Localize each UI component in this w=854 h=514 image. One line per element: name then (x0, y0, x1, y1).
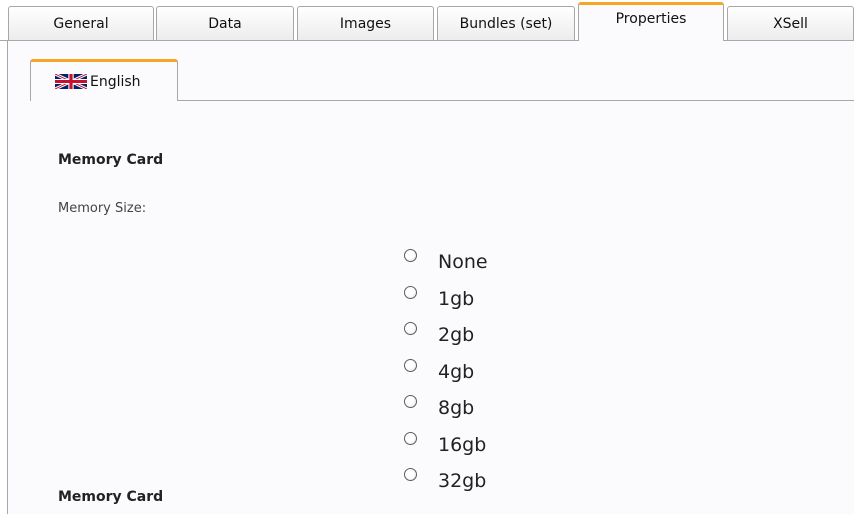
tab-xsell[interactable]: XSell (727, 6, 854, 40)
radio-button[interactable] (404, 431, 417, 445)
radio-button[interactable] (404, 249, 417, 262)
radio-option-label: 2gb (438, 324, 475, 346)
tab-data[interactable]: Data (156, 6, 294, 40)
radio-option-none[interactable]: None (404, 243, 488, 280)
radio-option-32gb[interactable]: 32gb (404, 462, 488, 499)
section-title-second: Memory Card (58, 489, 164, 505)
radio-option-label: None (438, 251, 488, 273)
language-label: English (90, 73, 141, 90)
section-title: Memory Card (58, 152, 164, 168)
radio-button[interactable] (404, 395, 417, 408)
tab-bundles-set[interactable]: Bundles (set) (437, 6, 575, 40)
properties-panel: English Memory Card Memory Size: None 1g… (8, 41, 854, 514)
memory-size-radio-group: None 1gb 2gb 4gb 8gb 16gb 32gb (404, 243, 488, 499)
radio-button[interactable] (404, 322, 417, 335)
radio-option-4gb[interactable]: 4gb (404, 353, 488, 390)
radio-option-label: 8gb (438, 397, 475, 419)
radio-option-2gb[interactable]: 2gb (404, 316, 488, 353)
radio-option-label: 16gb (438, 433, 487, 456)
memory-size-label: Memory Size: (58, 201, 147, 216)
radio-option-label: 32gb (438, 470, 487, 492)
tab-images[interactable]: Images (297, 6, 434, 40)
tab-properties[interactable]: Properties (578, 2, 724, 41)
radio-option-16gb[interactable]: 16gb (404, 426, 488, 463)
radio-option-8gb[interactable]: 8gb (404, 389, 488, 426)
tab-language-english[interactable]: English (30, 59, 178, 101)
radio-button[interactable] (404, 358, 417, 372)
radio-option-label: 4gb (438, 360, 475, 383)
tab-general[interactable]: General (8, 6, 154, 40)
uk-flag-icon (55, 74, 87, 89)
radio-option-label: 1gb (438, 287, 475, 310)
radio-button[interactable] (404, 285, 417, 299)
tab-strip: General Data Images Bundles (set) Proper… (0, 0, 854, 41)
tab-strip-divider (0, 40, 854, 41)
radio-option-1gb[interactable]: 1gb (404, 280, 488, 317)
radio-button[interactable] (404, 468, 417, 481)
